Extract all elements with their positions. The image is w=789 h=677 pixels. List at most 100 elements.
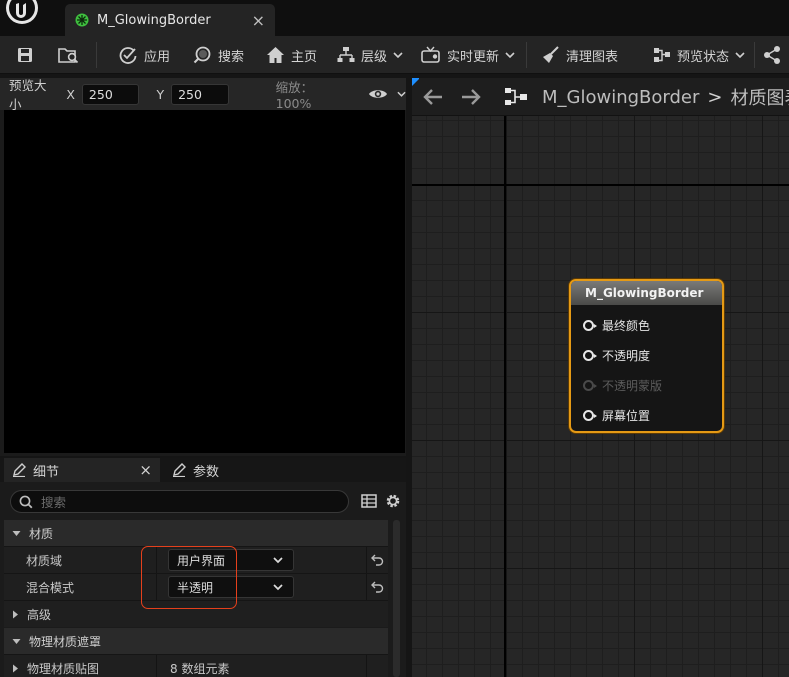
back-arrow-icon[interactable] — [423, 88, 443, 106]
home-label: 主页 — [291, 49, 318, 65]
preview-x-input[interactable]: 250 — [81, 83, 140, 105]
search-placeholder: 搜索 — [41, 495, 67, 510]
chevron-down-icon — [12, 530, 21, 537]
physical-map-value: 8 数组元素 — [170, 661, 230, 676]
preview-state-icon — [653, 46, 671, 64]
chevron-down-icon — [735, 51, 745, 59]
apply-icon — [118, 45, 138, 65]
graph-origin-axis-horizontal — [412, 184, 789, 186]
search-label: 搜索 — [218, 49, 245, 65]
section-physical-mask-label: 物理材质遮罩 — [29, 634, 102, 649]
pin-label: 不透明度 — [602, 349, 651, 363]
forward-arrow-icon[interactable] — [461, 88, 481, 106]
pin-circle-icon — [583, 410, 597, 421]
pin-circle-icon — [583, 320, 597, 331]
live-update-label: 实时更新 — [447, 49, 500, 65]
preview-size-bar: 预览大小 X 250 Y 250 缩放：100% — [0, 78, 406, 112]
chevron-down-icon — [12, 638, 21, 645]
tv-icon — [421, 46, 441, 64]
details-scrollbar[interactable] — [393, 520, 400, 677]
chevron-down-icon — [505, 51, 515, 59]
folder-search-icon — [58, 46, 80, 64]
material-result-node[interactable]: M_GlowingBorder 最终颜色 不透明度 不透明蒙版 屏幕位置 — [569, 279, 724, 433]
graph-origin-axis-vertical — [504, 116, 506, 677]
broom-icon — [542, 46, 560, 64]
gear-icon[interactable] — [384, 492, 402, 510]
pencil-icon — [172, 463, 187, 477]
breadcrumb: M_GlowingBorder > 材质图表 — [542, 78, 789, 116]
tab-title: M_GlowingBorder — [97, 12, 211, 28]
search-button[interactable]: 搜索 — [192, 36, 244, 74]
material-domain-label: 材质域 — [26, 553, 63, 568]
preview-state-button[interactable]: 预览状态 — [653, 36, 745, 74]
clean-graph-button[interactable]: 清理图表 — [542, 36, 618, 74]
breadcrumb-separator: > — [707, 86, 723, 108]
pin-circle-icon — [583, 350, 597, 361]
highlight-box — [141, 546, 237, 609]
tab-details-label: 细节 — [33, 464, 60, 480]
table-view-icon[interactable] — [361, 493, 377, 509]
section-material-label: 材质 — [29, 526, 54, 541]
eye-icon[interactable] — [368, 87, 388, 101]
section-advanced-label: 高级 — [27, 607, 52, 622]
pencil-icon — [12, 463, 27, 477]
toolbar: 应用 搜索 主页 层级 实时更新 清理图表 预览状态 — [0, 36, 789, 74]
pin-opacity[interactable]: 不透明度 — [583, 347, 650, 364]
blend-mode-label: 混合模式 — [26, 580, 75, 595]
pin-label: 最终颜色 — [602, 319, 651, 333]
asset-tab[interactable]: M_GlowingBorder × — [65, 4, 275, 36]
physical-map-label: 物理材质贴图 — [27, 661, 100, 676]
node-title: M_GlowingBorder — [571, 281, 722, 305]
pin-label: 不透明蒙版 — [602, 379, 663, 393]
breadcrumb-graph[interactable]: 材质图表 — [731, 84, 789, 110]
search-icon — [192, 45, 212, 65]
clean-graph-label: 清理图表 — [566, 49, 619, 65]
details-search-input[interactable]: 搜索 — [10, 490, 349, 513]
tab-close-button[interactable]: × — [252, 11, 265, 30]
preview-y-input[interactable]: 250 — [171, 83, 229, 105]
save-button[interactable] — [16, 36, 34, 74]
section-physical-mask-header[interactable]: 物理材质遮罩 — [4, 628, 388, 654]
browse-button[interactable] — [58, 36, 80, 74]
unreal-logo-icon[interactable] — [6, 0, 46, 36]
hierarchy-button[interactable]: 层级 — [337, 36, 403, 74]
x-label: X — [66, 86, 75, 102]
hierarchy-label: 层级 — [361, 49, 388, 65]
breadcrumb-asset[interactable]: M_GlowingBorder — [542, 87, 699, 108]
graph-type-icon — [504, 86, 528, 108]
section-material-header[interactable]: 材质 — [4, 520, 388, 546]
reset-to-default-icon[interactable] — [371, 580, 384, 593]
home-button[interactable]: 主页 — [266, 36, 317, 74]
pin-label: 屏幕位置 — [602, 409, 651, 423]
material-icon — [75, 13, 89, 27]
chevron-down-icon — [393, 51, 403, 59]
chevron-right-icon — [12, 610, 19, 619]
preview-state-label: 预览状态 — [677, 49, 730, 65]
property-physical-material-map[interactable]: 物理材质贴图 8 数组元素 — [4, 654, 388, 677]
pin-screen-position[interactable]: 屏幕位置 — [583, 407, 650, 424]
pin-circle-icon — [583, 380, 597, 391]
save-icon — [16, 46, 34, 64]
panel-corner-marker — [412, 78, 420, 86]
tab-details-close-button[interactable]: × — [139, 461, 152, 479]
apply-label: 应用 — [144, 49, 171, 65]
tab-parameters[interactable]: 参数 — [164, 458, 227, 482]
pin-opacity-mask: 不透明蒙版 — [583, 377, 662, 394]
preview-size-label: 预览大小 — [9, 78, 47, 112]
reset-to-default-icon[interactable] — [371, 553, 384, 566]
home-icon — [266, 46, 285, 64]
chevron-down-icon[interactable] — [397, 90, 406, 98]
chevron-right-icon — [12, 664, 19, 673]
tab-parameters-label: 参数 — [193, 464, 220, 480]
details-tab-strip: 细节 × 参数 — [0, 458, 406, 482]
live-update-button[interactable]: 实时更新 — [421, 36, 515, 74]
search-icon — [19, 495, 33, 509]
node-tree-icon — [763, 45, 785, 65]
zoom-label: 缩放：100% — [275, 80, 314, 111]
pin-final-color[interactable]: 最终颜色 — [583, 317, 650, 334]
stats-button[interactable] — [763, 36, 785, 74]
apply-button[interactable]: 应用 — [118, 36, 170, 74]
tab-details[interactable]: 细节 × — [4, 458, 160, 482]
y-label: Y — [156, 86, 165, 102]
preview-viewport[interactable] — [4, 110, 405, 453]
